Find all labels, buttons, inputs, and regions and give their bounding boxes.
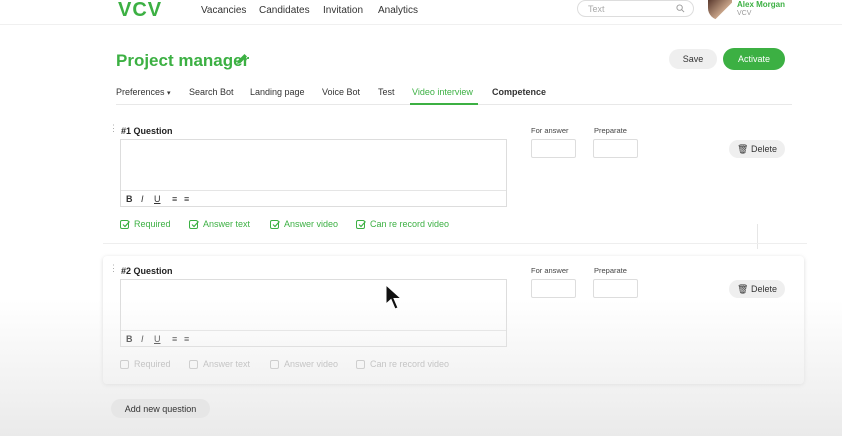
delete-label: Delete [750, 283, 777, 294]
underline-button[interactable]: U [154, 194, 161, 204]
delete-button[interactable]: 🗑 Delete [729, 140, 785, 158]
required-checkbox[interactable]: Required [120, 359, 171, 369]
search-input[interactable]: Text [577, 0, 694, 17]
caret-down-icon: ▾ [167, 90, 171, 97]
preparate-input[interactable] [593, 139, 638, 158]
save-button[interactable]: Save [669, 49, 717, 69]
preparate-label: Preparate [594, 126, 627, 135]
checkbox-empty-icon [270, 359, 279, 369]
checkbox-label: Answer text [203, 359, 251, 369]
user-org: VCV [737, 10, 752, 17]
question-editor[interactable]: B I U ≡ ≡ [120, 279, 507, 347]
italic-button[interactable]: I [141, 334, 144, 344]
answer-video-checkbox[interactable]: Answer video [270, 359, 338, 369]
divider [757, 224, 758, 249]
required-checkbox[interactable]: Required [120, 219, 171, 229]
tab-landing-page[interactable]: Landing page [250, 87, 305, 97]
checkbox-label: Answer text [203, 219, 251, 229]
question-label: #1 Question [121, 126, 173, 136]
pencil-icon[interactable] [235, 52, 249, 66]
tab-test[interactable]: Test [378, 87, 395, 97]
header-divider [0, 24, 842, 25]
tab-search-bot[interactable]: Search Bot [189, 87, 234, 97]
drag-handle-icon[interactable]: ⋮ [109, 124, 118, 133]
delete-label: Delete [750, 143, 777, 154]
tab-video-interview[interactable]: Video interview [412, 87, 473, 97]
nav-candidates[interactable]: Candidates [259, 5, 310, 16]
ordered-list-icon[interactable]: ≡ [172, 334, 177, 344]
checkbox-label: Answer video [284, 219, 339, 229]
answer-text-checkbox[interactable]: Answer text [189, 219, 250, 229]
add-question-button[interactable]: Add new question [111, 399, 210, 418]
checkbox-checked-icon [270, 219, 280, 229]
delete-button[interactable]: 🗑 Delete [729, 280, 785, 298]
page-title: Project manager [116, 51, 250, 70]
tab-competence[interactable]: Competence [492, 87, 546, 97]
vcv-logo[interactable]: VCV [118, 0, 162, 20]
answer-text-checkbox[interactable]: Answer text [189, 359, 250, 369]
search-placeholder: Text [588, 4, 605, 14]
bullet-list-icon[interactable]: ≡ [184, 334, 189, 344]
question-editor[interactable]: B I U ≡ ≡ [120, 139, 507, 207]
for-answer-label: For answer [531, 266, 569, 275]
trash-icon: 🗑 [737, 143, 749, 154]
trash-icon: 🗑 [737, 283, 749, 294]
drag-handle-icon[interactable]: ⋮ [109, 264, 118, 273]
checkbox-checked-icon [189, 219, 199, 229]
mouse-cursor-icon [385, 284, 403, 310]
bold-button[interactable]: B [126, 334, 133, 344]
active-tab-indicator [410, 103, 478, 105]
bullet-list-icon[interactable]: ≡ [184, 194, 189, 204]
checkbox-empty-icon [189, 359, 198, 369]
for-answer-label: For answer [531, 126, 569, 135]
question-separator [103, 243, 807, 244]
search-icon[interactable] [676, 4, 685, 13]
avatar[interactable] [708, 0, 732, 20]
checkbox-label: Required [134, 219, 171, 229]
user-name[interactable]: Alex Morgan [737, 0, 785, 9]
nav-analytics[interactable]: Analytics [378, 5, 418, 16]
for-answer-input[interactable] [531, 139, 576, 158]
tab-label: Preferences [116, 87, 165, 97]
format-toolbar: B I U ≡ ≡ [121, 330, 506, 346]
checkbox-label: Can re record video [370, 359, 450, 369]
activate-button[interactable]: Activate [723, 48, 785, 70]
checkbox-label: Answer video [284, 359, 339, 369]
re-record-checkbox[interactable]: Can re record video [356, 359, 449, 369]
nav-vacancies[interactable]: Vacancies [201, 5, 246, 16]
bold-button[interactable]: B [126, 194, 133, 204]
checkbox-checked-icon [120, 219, 130, 229]
tab-voice-bot[interactable]: Voice Bot [322, 87, 360, 97]
underline-button[interactable]: U [154, 334, 161, 344]
re-record-checkbox[interactable]: Can re record video [356, 219, 449, 229]
checkbox-label: Can re record video [370, 219, 450, 229]
ordered-list-icon[interactable]: ≡ [172, 194, 177, 204]
preparate-label: Preparate [594, 266, 627, 275]
italic-button[interactable]: I [141, 194, 144, 204]
answer-video-checkbox[interactable]: Answer video [270, 219, 338, 229]
nav-invitation[interactable]: Invitation [323, 5, 363, 16]
checkbox-empty-icon [356, 359, 365, 369]
checkbox-checked-icon [356, 219, 366, 229]
question-label: #2 Question [121, 266, 173, 276]
tab-preferences[interactable]: Preferences ▾ [116, 87, 171, 97]
checkbox-label: Required [134, 359, 171, 369]
checkbox-empty-icon [120, 359, 129, 369]
for-answer-input[interactable] [531, 279, 576, 298]
preparate-input[interactable] [593, 279, 638, 298]
format-toolbar: B I U ≡ ≡ [121, 190, 506, 206]
